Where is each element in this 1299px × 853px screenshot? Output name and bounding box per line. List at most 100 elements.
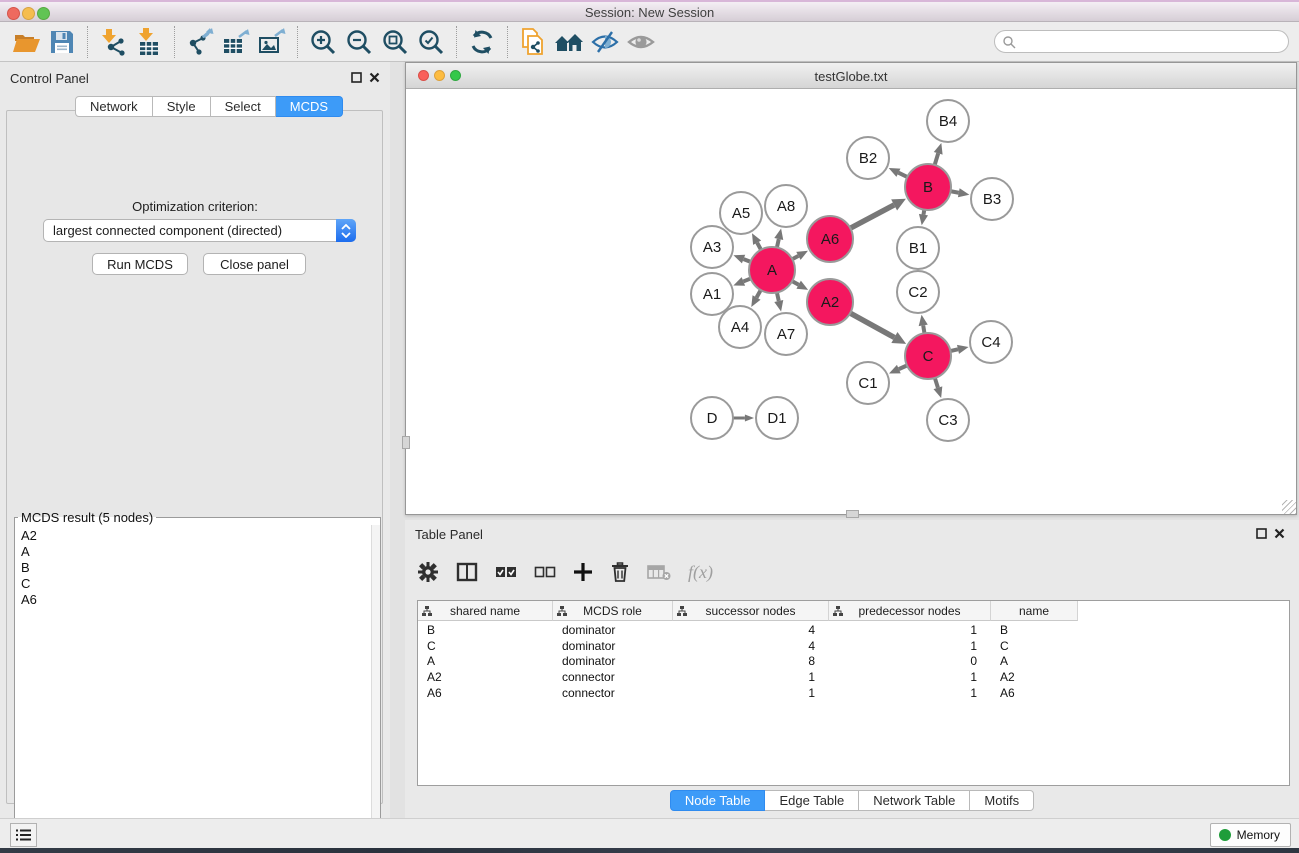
close-panel-button[interactable]: Close panel [203,253,306,275]
export-image-icon[interactable] [254,25,290,59]
resize-grip-icon[interactable] [1282,500,1296,514]
table-settings-icon[interactable] [417,561,439,583]
clone-network-icon[interactable] [515,25,551,59]
open-session-icon[interactable] [8,25,44,59]
zoom-in-icon[interactable] [305,25,341,59]
node-label-B4: B4 [939,113,957,130]
table-row[interactable]: Adominator80A [418,654,1289,670]
cell-predecessor-nodes: 1 [829,623,991,639]
control-panel: Control Panel NetworkStyleSelectMCDS Opt… [0,62,390,818]
node-label-A5: A5 [732,205,750,222]
cell-MCDS-role: connector [553,686,673,702]
network-window-titlebar[interactable]: testGlobe.txt [406,63,1296,89]
table-panel: Table Panel [405,520,1299,818]
node-label-B2: B2 [859,150,877,167]
node-label-A6: A6 [821,231,839,248]
run-mcds-button[interactable]: Run MCDS [92,253,188,275]
column-visibility-icon[interactable] [456,562,478,582]
result-item[interactable]: B [15,560,371,576]
select-all-rows-icon[interactable] [495,566,517,578]
zoom-out-icon[interactable] [341,25,377,59]
tab-network-table[interactable]: Network Table [859,790,970,811]
float-table-panel-icon[interactable] [1256,528,1267,539]
cell-shared-name: A6 [418,686,553,702]
memory-button[interactable]: Memory [1210,823,1291,847]
cell-predecessor-nodes: 1 [829,686,991,702]
tab-mcds[interactable]: MCDS [276,96,343,117]
refresh-layout-icon[interactable] [464,25,500,59]
save-session-icon[interactable] [44,25,80,59]
export-network-icon[interactable] [182,25,218,59]
import-table-icon[interactable] [131,25,167,59]
network-canvas[interactable]: B4B2BB3A5A8A6A3AB1A1A2C2A4A7C4CC1DD1C3 [406,89,1296,514]
cell-predecessor-nodes: 1 [829,670,991,686]
delete-columns-icon[interactable] [610,561,630,583]
node-label-A2: A2 [821,294,839,311]
arrowhead-icon [774,228,783,240]
criterion-dropdown[interactable]: largest connected component (directed) [43,219,356,242]
show-all-icon[interactable] [623,25,659,59]
table-row[interactable]: Cdominator41C [418,639,1289,655]
reset-view-icon[interactable] [551,25,587,59]
cell-MCDS-role: connector [553,670,673,686]
tab-edge-table[interactable]: Edge Table [765,790,859,811]
result-item[interactable]: C [15,576,371,592]
table-row[interactable]: A2connector11A2 [418,670,1289,686]
tab-style[interactable]: Style [153,96,211,117]
cell-name: A2 [991,670,1078,686]
task-history-button[interactable] [10,823,37,847]
table-panel-title: Table Panel [415,527,483,542]
hide-selected-icon[interactable] [587,25,623,59]
equation-builder-icon: f(x) [688,562,713,583]
cell-successor-nodes: 4 [673,623,829,639]
arrowhead-icon [774,300,783,312]
create-column-icon[interactable] [573,562,593,582]
status-bar: Memory [0,818,1299,848]
deselect-all-rows-icon[interactable] [534,566,556,578]
bottom-splitter-handle[interactable] [846,510,859,518]
result-item[interactable]: A6 [15,592,371,608]
result-item[interactable]: A2 [15,528,371,544]
cell-predecessor-nodes: 1 [829,639,991,655]
node-table[interactable]: shared nameMCDS rolesuccessor nodesprede… [417,600,1290,786]
close-panel-icon[interactable] [369,72,380,83]
column-header-predecessor-nodes[interactable]: predecessor nodes [829,601,991,621]
cell-successor-nodes: 1 [673,670,829,686]
node-label-D1: D1 [767,410,786,427]
search-input[interactable] [1016,35,1288,49]
import-network-icon[interactable] [95,25,131,59]
tab-network[interactable]: Network [75,96,153,117]
close-table-panel-icon[interactable] [1274,528,1285,539]
cell-MCDS-role: dominator [553,623,673,639]
tab-motifs[interactable]: Motifs [970,790,1034,811]
arrowhead-icon [934,143,943,155]
node-label-A3: A3 [703,239,721,256]
toolbar-separator [507,26,508,58]
zoom-selected-icon[interactable] [413,25,449,59]
column-header-shared-name[interactable]: shared name [418,601,553,621]
table-toolbar: f(x) [417,552,713,592]
zoom-fit-icon[interactable] [377,25,413,59]
tab-node-table[interactable]: Node Table [670,790,766,811]
float-panel-icon[interactable] [351,72,362,83]
cell-name: C [991,639,1078,655]
node-label-C3: C3 [938,412,957,429]
column-header-successor-nodes[interactable]: successor nodes [673,601,829,621]
left-splitter-handle[interactable] [402,436,410,449]
desktop-wallpaper-strip [0,848,1299,853]
table-row[interactable]: A6connector11A6 [418,686,1289,702]
criterion-value: largest connected component (directed) [53,223,282,238]
table-row[interactable]: Bdominator41B [418,623,1289,639]
export-table-icon[interactable] [218,25,254,59]
column-header-MCDS-role[interactable]: MCDS role [553,601,673,621]
result-scrollbar[interactable] [371,525,380,853]
arrowhead-icon [733,255,745,264]
search-box[interactable] [994,30,1289,53]
cell-MCDS-role: dominator [553,654,673,670]
result-item[interactable]: A [15,544,371,560]
dropdown-stepper-icon [336,219,356,242]
tab-select[interactable]: Select [211,96,276,117]
node-label-A8: A8 [777,198,795,215]
mcds-result-list[interactable]: A2ABCA6 [15,525,371,853]
column-header-name[interactable]: name [991,601,1078,621]
